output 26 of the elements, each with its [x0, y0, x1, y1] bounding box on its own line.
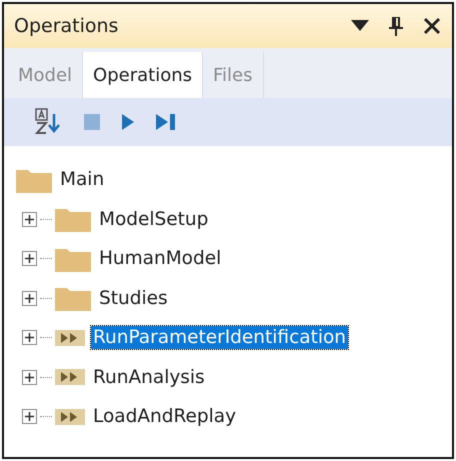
expand-icon[interactable] [22, 330, 37, 346]
fast-forward-icon [55, 406, 85, 427]
dropdown-icon[interactable] [351, 20, 369, 32]
tree-item[interactable]: HumanModel [97, 247, 224, 270]
fast-forward-icon [55, 328, 85, 348]
sort-icon[interactable] [34, 108, 62, 136]
play-icon[interactable] [122, 114, 134, 130]
tree-item[interactable]: RunAnalysis [91, 366, 207, 389]
panel-title: Operations [14, 15, 120, 37]
tree-item[interactable]: RunParameterIdentification [91, 326, 348, 350]
step-icon[interactable] [156, 114, 176, 130]
tree-item[interactable]: ModelSetup [97, 208, 210, 231]
fast-forward-icon [55, 367, 85, 388]
tree-item[interactable]: Main [58, 168, 106, 192]
pin-icon[interactable] [389, 16, 403, 36]
tree-item[interactable]: LoadAndReplay [91, 405, 238, 428]
tree-item[interactable]: Studies [97, 286, 170, 310]
expand-icon[interactable] [22, 370, 37, 385]
tab[interactable]: Operations [83, 52, 204, 98]
folder-icon [55, 285, 91, 312]
expand-icon[interactable] [22, 251, 37, 266]
folder-icon [55, 206, 91, 232]
expand-icon[interactable] [22, 409, 37, 424]
expand-icon[interactable] [22, 212, 37, 227]
expand-icon[interactable] [22, 290, 37, 306]
close-icon[interactable] [423, 17, 441, 35]
